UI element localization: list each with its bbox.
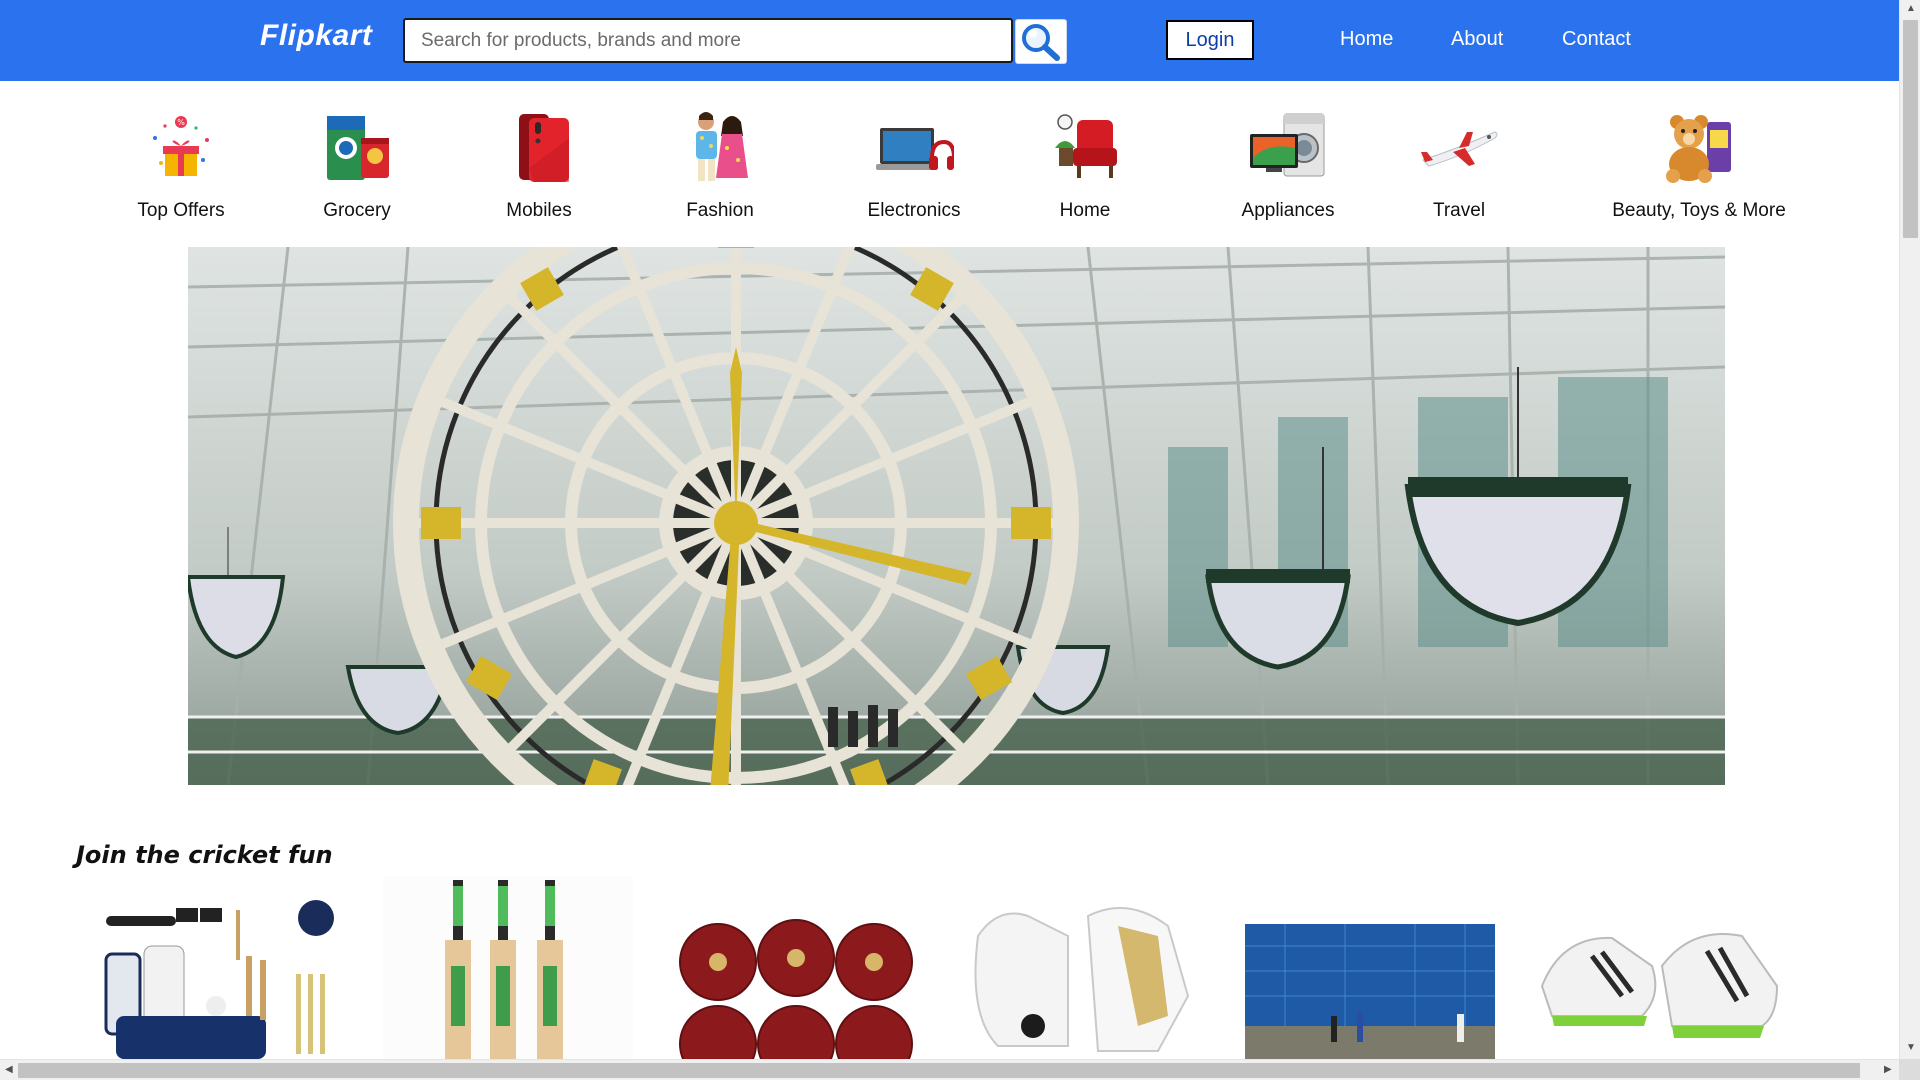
- scroll-left-arrow-icon[interactable]: ◀: [5, 1064, 13, 1075]
- horizontal-scroll-thumb[interactable]: [18, 1063, 1860, 1078]
- gift-icon: %: [141, 108, 221, 188]
- category-label: Electronics: [867, 200, 961, 221]
- armchair-icon: [1045, 108, 1125, 188]
- search-button[interactable]: [1015, 19, 1067, 64]
- product-card-cricket-nets[interactable]: [1245, 876, 1495, 1059]
- hero-banner[interactable]: [188, 247, 1725, 785]
- product-card-batting-gloves[interactable]: [958, 876, 1208, 1059]
- scroll-up-arrow-icon[interactable]: ▲: [1906, 3, 1916, 14]
- scroll-down-arrow-icon[interactable]: ▼: [1906, 1042, 1916, 1053]
- category-travel[interactable]: Travel: [1339, 108, 1579, 222]
- nav-contact-link[interactable]: Contact: [1562, 28, 1631, 51]
- cricket-shoes-image: [1532, 876, 1782, 1059]
- section-title: Join the cricket fun: [76, 841, 333, 869]
- category-label: Fashion: [686, 200, 754, 221]
- fashion-people-icon: [680, 108, 760, 188]
- vertical-scrollbar[interactable]: ▲ ▼: [1899, 0, 1920, 1059]
- category-label: Top Offers: [137, 200, 225, 221]
- nav-about-link[interactable]: About: [1451, 28, 1503, 51]
- horizontal-scrollbar[interactable]: ◀ ▶: [0, 1059, 1899, 1080]
- scrollbar-corner: [1899, 1059, 1920, 1080]
- svg-text:%: %: [177, 118, 185, 127]
- category-label: Home: [1059, 200, 1111, 221]
- grocery-icon: [317, 108, 397, 188]
- login-button[interactable]: Login: [1166, 20, 1254, 60]
- product-card-cricket-balls[interactable]: [670, 876, 920, 1059]
- product-card-cricket-kit[interactable]: [96, 876, 346, 1059]
- flipkart-logo[interactable]: Flipkart: [260, 19, 372, 53]
- search-input[interactable]: [403, 18, 1013, 63]
- airplane-icon: [1419, 108, 1499, 188]
- cricket-nets-image: [1245, 876, 1495, 1059]
- category-label: Mobiles: [506, 200, 572, 221]
- cricket-balls-image: [670, 876, 920, 1059]
- nav-home-link[interactable]: Home: [1340, 28, 1393, 51]
- batting-gloves-image: [958, 876, 1208, 1059]
- top-header: Flipkart Login Home About Contact: [0, 0, 1899, 81]
- search-icon: [1022, 23, 1060, 61]
- category-beauty-toys[interactable]: Beauty, Toys & More: [1579, 108, 1819, 222]
- vertical-scroll-thumb[interactable]: [1903, 20, 1918, 238]
- cricket-kit-image: [96, 876, 346, 1059]
- category-label: Travel: [1432, 200, 1486, 221]
- cricket-bats-image: [383, 876, 633, 1059]
- category-label: Grocery: [323, 200, 391, 221]
- category-label: Beauty, Toys & More: [1612, 200, 1786, 221]
- giant-clock-banner-image: [188, 247, 1725, 785]
- mobile-phone-icon: [499, 108, 579, 188]
- laptop-headphones-icon: [874, 108, 954, 188]
- product-card-cricket-bats[interactable]: [383, 876, 633, 1059]
- tv-washing-machine-icon: [1248, 108, 1328, 188]
- teddy-bear-icon: [1659, 108, 1739, 188]
- category-label: Appliances: [1241, 200, 1335, 221]
- scroll-right-arrow-icon[interactable]: ▶: [1884, 1064, 1892, 1075]
- product-card-cricket-shoes[interactable]: [1532, 876, 1782, 1059]
